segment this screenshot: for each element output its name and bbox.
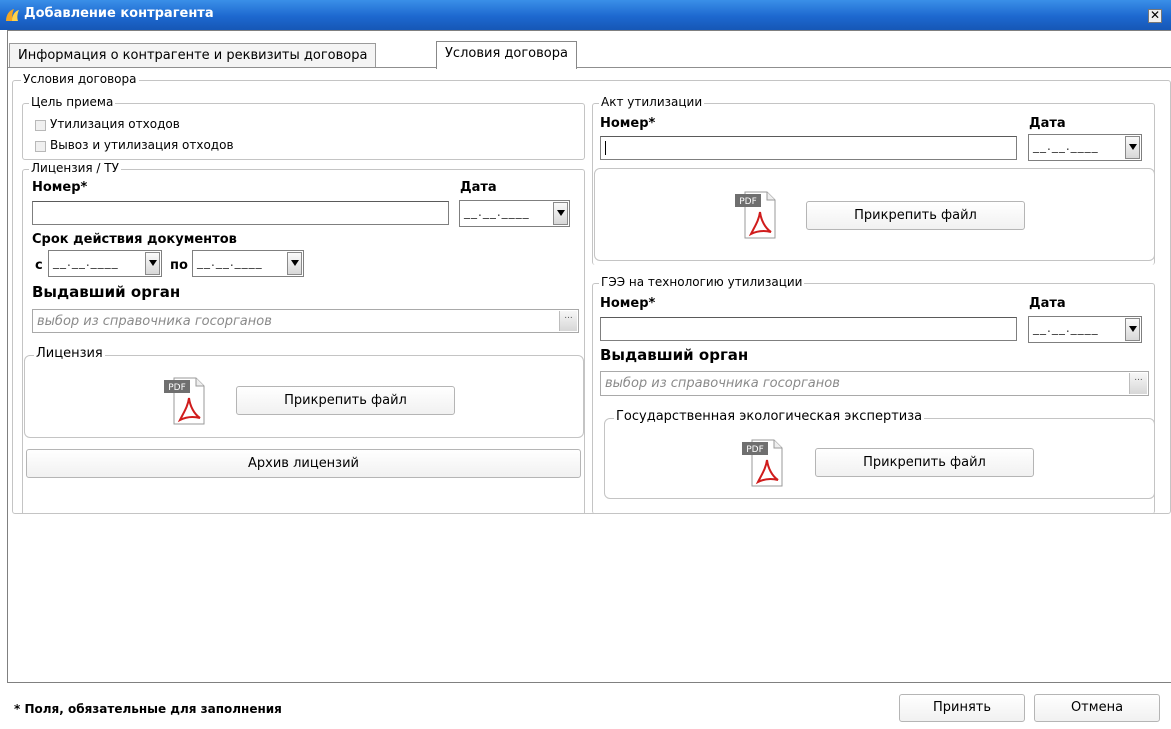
chevron-down-icon[interactable] xyxy=(1125,318,1140,341)
purpose-recycling-checkbox[interactable] xyxy=(35,120,46,131)
window-titlebar[interactable]: Добавление контрагента ✕ xyxy=(0,0,1171,30)
license-issuer-label: Выдавший орган xyxy=(32,283,181,301)
license-number-input[interactable] xyxy=(32,201,449,225)
accept-button[interactable]: Принять xyxy=(899,694,1025,722)
gee-attach-button[interactable]: Прикрепить файл xyxy=(815,448,1034,477)
act-number-label: Номер* xyxy=(600,116,656,131)
text-cursor xyxy=(605,141,606,155)
gee-number-input[interactable] xyxy=(600,317,1017,341)
window-title: Добавление контрагента xyxy=(24,6,214,21)
license-issuer-placeholder: выбор из справочника госорганов xyxy=(37,314,272,329)
act-date-label: Дата xyxy=(1029,116,1066,131)
license-to-date-picker[interactable]: __.__.____ xyxy=(192,250,304,277)
gee-group-label: ГЭЭ на технологию утилизации xyxy=(599,275,805,289)
pdf-file-icon: PDF xyxy=(735,191,776,239)
gee-date-label: Дата xyxy=(1029,296,1066,311)
pdf-file-icon: PDF xyxy=(164,377,205,425)
pdf-file-icon: PDF xyxy=(742,439,783,487)
license-from-date-picker[interactable]: __.__.____ xyxy=(48,250,162,277)
purpose-group-label: Цель приема xyxy=(29,95,116,109)
ellipsis-icon[interactable]: ... xyxy=(1129,373,1147,394)
license-date-value: __.__.____ xyxy=(464,205,530,219)
license-file-group-label: Лицензия xyxy=(34,346,105,361)
required-fields-note: * Поля, обязательные для заполнения xyxy=(14,702,282,716)
gee-issuer-placeholder: выбор из справочника госорганов xyxy=(605,376,840,391)
purpose-transport-checkbox[interactable] xyxy=(35,141,46,152)
app-logo-icon xyxy=(6,9,19,21)
tab-contract-conditions[interactable]: Условия договора xyxy=(436,41,577,69)
cancel-button[interactable]: Отмена xyxy=(1034,694,1160,722)
license-date-picker[interactable]: __.__.____ xyxy=(459,200,570,227)
act-attach-button[interactable]: Прикрепить файл xyxy=(806,201,1025,230)
license-from-value: __.__.____ xyxy=(53,255,119,269)
ellipsis-icon[interactable]: ... xyxy=(559,311,577,331)
act-date-picker[interactable]: __.__.____ xyxy=(1028,134,1142,161)
gee-date-value: __.__.____ xyxy=(1033,321,1099,335)
gee-file-group-label: Государственная экологическая экспертиза xyxy=(614,409,925,424)
tab-contractor-info[interactable]: Информация о контрагенте и реквизиты дог… xyxy=(9,43,377,67)
license-archive-button[interactable]: Архив лицензий xyxy=(26,449,581,478)
chevron-down-icon[interactable] xyxy=(1125,136,1140,159)
license-to-value: __.__.____ xyxy=(197,255,263,269)
chevron-down-icon[interactable] xyxy=(287,252,302,275)
chevron-down-icon[interactable] xyxy=(553,202,568,225)
chevron-down-icon[interactable] xyxy=(145,252,160,275)
gee-number-label: Номер* xyxy=(600,296,656,311)
svg-text:PDF: PDF xyxy=(746,445,764,455)
act-number-input[interactable] xyxy=(600,136,1017,160)
gee-date-picker[interactable]: __.__.____ xyxy=(1028,316,1142,343)
license-from-label: с xyxy=(35,258,43,273)
svg-text:PDF: PDF xyxy=(739,197,757,207)
purpose-transport-label: Вывоз и утилизация отходов xyxy=(50,138,234,152)
act-group-label: Акт утилизации xyxy=(599,95,705,109)
gee-issuer-lookup[interactable]: выбор из справочника госорганов ... xyxy=(600,371,1149,396)
license-group-label: Лицензия / ТУ xyxy=(29,161,121,175)
license-attach-button[interactable]: Прикрепить файл xyxy=(236,386,455,415)
license-to-label: по xyxy=(170,258,188,273)
svg-text:PDF: PDF xyxy=(168,383,186,393)
act-date-value: __.__.____ xyxy=(1033,139,1099,153)
tab-divider xyxy=(8,67,1171,68)
license-date-label: Дата xyxy=(460,180,497,195)
license-number-label: Номер* xyxy=(32,180,88,195)
license-issuer-lookup[interactable]: выбор из справочника госорганов ... xyxy=(32,309,579,333)
close-icon[interactable]: ✕ xyxy=(1148,9,1162,23)
license-validity-label: Срок действия документов xyxy=(32,232,237,247)
purpose-recycling-label: Утилизация отходов xyxy=(50,117,180,131)
gee-issuer-label: Выдавший орган xyxy=(600,346,749,364)
conditions-group-label: Условия договора xyxy=(21,72,139,86)
